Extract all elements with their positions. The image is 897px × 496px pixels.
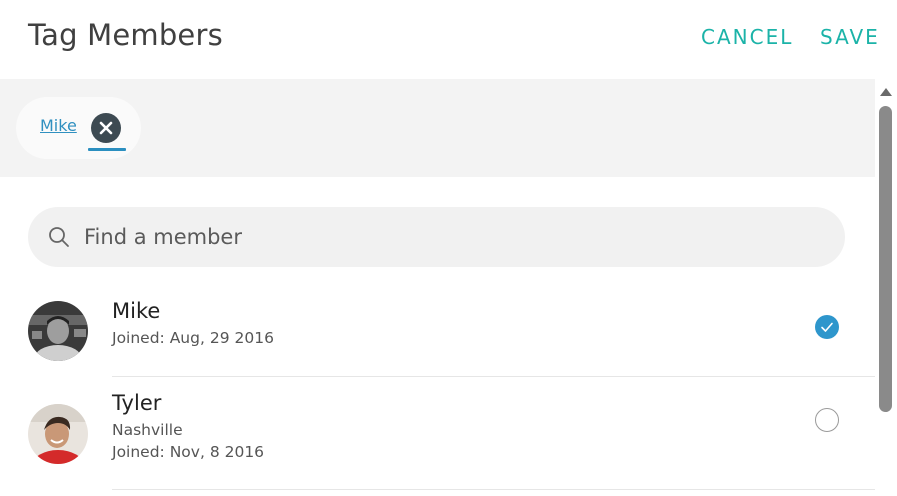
- scrollbar[interactable]: [875, 79, 897, 496]
- member-location: Nashville: [112, 421, 183, 439]
- list-item[interactable]: Tyler Nashville Joined: Nov, 8 2016: [0, 377, 875, 490]
- search-box[interactable]: [28, 207, 845, 267]
- tag-chip: Mike: [16, 97, 141, 159]
- selected-check-icon[interactable]: [815, 315, 839, 339]
- save-button[interactable]: SAVE: [820, 25, 880, 49]
- member-joined: Joined: Nov, 8 2016: [112, 443, 265, 461]
- unselected-check-icon[interactable]: [815, 408, 839, 432]
- cancel-button[interactable]: CANCEL: [701, 25, 793, 49]
- scroll-thumb[interactable]: [879, 106, 892, 412]
- member-name: Mike: [112, 299, 161, 323]
- list-item[interactable]: Mike Joined: Aug, 29 2016: [0, 290, 875, 377]
- close-circle-icon[interactable]: [91, 113, 121, 143]
- member-joined: Joined: Aug, 29 2016: [112, 329, 274, 347]
- page-title: Tag Members: [28, 18, 223, 52]
- tag-chip-label[interactable]: Mike: [40, 116, 77, 135]
- row-divider: [112, 489, 875, 490]
- avatar: [28, 301, 88, 361]
- scroll-up-arrow-icon[interactable]: [880, 88, 892, 96]
- dialog-header: Tag Members CANCEL SAVE: [0, 0, 897, 79]
- search-input[interactable]: [84, 207, 824, 267]
- search-icon: [48, 226, 70, 252]
- selected-tags-bar: Mike: [0, 79, 875, 177]
- focus-underline: [88, 148, 126, 151]
- member-name: Tyler: [112, 391, 162, 415]
- avatar: [28, 404, 88, 464]
